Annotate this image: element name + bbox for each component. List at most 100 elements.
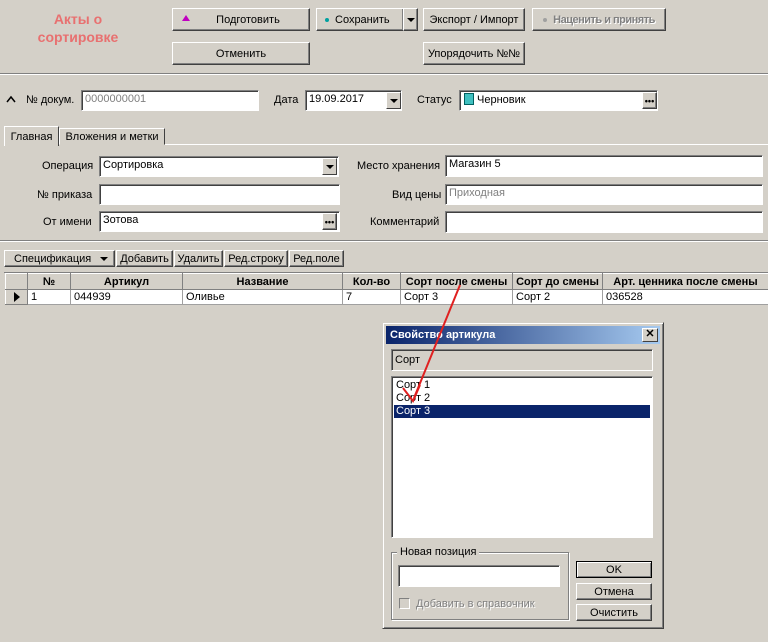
delete-label: Удалить: [178, 253, 220, 265]
column-header[interactable]: Арт. ценника после смены: [603, 274, 768, 290]
price-type-label: Вид цены: [392, 189, 441, 201]
new-position-input[interactable]: [398, 565, 560, 587]
add-label: Добавить: [120, 253, 169, 265]
sort-numbers-label: Упорядочить №№: [428, 48, 520, 60]
specification-button[interactable]: Спецификация: [4, 250, 115, 267]
column-header[interactable]: Сорт до смены: [513, 274, 603, 290]
cancel-dialog-label: Отмена: [594, 586, 633, 598]
storage-label: Место хранения: [357, 160, 440, 172]
status-label: Статус: [417, 94, 452, 106]
operation-field[interactable]: Сортировка: [99, 156, 339, 177]
ellipsis-icon: •••: [325, 217, 334, 227]
table-header-row: № Артикул Название Кол-во Сорт после сме…: [6, 274, 768, 290]
clear-button[interactable]: Очистить: [576, 604, 652, 621]
from-field[interactable]: Зотова: [99, 211, 340, 232]
comment-label: Комментарий: [370, 216, 439, 228]
doc-number-label: № докум.: [26, 94, 74, 106]
price-type-field: Приходная: [445, 184, 763, 205]
save-dropdown-button[interactable]: [403, 8, 418, 31]
new-position-label: Новая позиция: [397, 546, 479, 558]
collapse-icon[interactable]: [6, 94, 16, 104]
sort-listbox[interactable]: Сорт 1 Сорт 2 Сорт 3: [391, 376, 653, 538]
close-icon[interactable]: ✕: [642, 328, 658, 342]
column-header[interactable]: Название: [183, 274, 343, 290]
list-item[interactable]: Сорт 2: [394, 392, 650, 405]
add-to-directory-label: Добавить в справочник: [416, 598, 535, 610]
table-cell[interactable]: 7: [343, 290, 401, 305]
chevron-down-icon: [407, 18, 415, 22]
date-dropdown-button[interactable]: [386, 92, 401, 109]
order-field[interactable]: [99, 184, 340, 205]
tab-attachments-label: Вложения и метки: [65, 131, 158, 143]
table-cell[interactable]: Оливье: [183, 290, 343, 305]
header-divider: [0, 73, 768, 75]
dialog-header-field: Сорт: [391, 349, 653, 371]
column-header[interactable]: Кол-во: [343, 274, 401, 290]
operation-label: Операция: [42, 160, 93, 172]
article-property-dialog: Свойство артикула ✕ Сорт Сорт 1 Сорт 2 С…: [382, 322, 664, 629]
table-cell[interactable]: 036528: [603, 290, 768, 305]
operation-dropdown-button[interactable]: [322, 158, 337, 175]
row-indicator-header: [6, 274, 28, 290]
prepare-button[interactable]: Подготовить: [172, 8, 310, 31]
form-divider: [0, 240, 768, 242]
status-field[interactable]: Черновик: [459, 90, 658, 111]
from-label: От имени: [43, 216, 92, 228]
module-title-line1: Акты о: [18, 10, 138, 28]
comment-field[interactable]: [445, 211, 763, 233]
table-cell[interactable]: Сорт 2: [513, 290, 603, 305]
order-label: № приказа: [37, 189, 92, 201]
specification-label: Спецификация: [14, 253, 91, 265]
clear-label: Очистить: [590, 607, 638, 619]
cancel-button[interactable]: Отменить: [172, 42, 310, 65]
spec-table[interactable]: № Артикул Название Кол-во Сорт после сме…: [5, 273, 768, 305]
chevron-down-icon: [390, 99, 398, 103]
list-item-selected[interactable]: Сорт 3: [394, 405, 650, 418]
module-title-line2: сортировке: [18, 28, 138, 46]
table-cell[interactable]: 044939: [71, 290, 183, 305]
status-ellipsis-button[interactable]: •••: [642, 92, 657, 109]
save-button-label: Сохранить: [335, 14, 390, 26]
tab-main[interactable]: Главная: [4, 126, 59, 146]
add-to-directory-checkbox[interactable]: [399, 598, 410, 609]
chevron-down-icon: [100, 257, 108, 261]
sort-numbers-button[interactable]: Упорядочить №№: [423, 42, 525, 65]
export-import-button[interactable]: Экспорт / Импорт: [423, 8, 525, 31]
module-title: Акты о сортировке: [18, 10, 138, 46]
table-cell[interactable]: 1: [28, 290, 71, 305]
document-icon: [464, 93, 474, 105]
dialog-titlebar[interactable]: Свойство артикула ✕: [386, 326, 660, 344]
row-indicator[interactable]: [6, 290, 28, 305]
chevron-down-icon: [326, 165, 334, 169]
ellipsis-icon: •••: [645, 96, 654, 106]
edit-row-button[interactable]: Ред.строку: [224, 250, 288, 267]
price-accept-button[interactable]: Наценить и принять: [532, 8, 666, 31]
save-button[interactable]: Сохранить: [316, 8, 404, 31]
triangle-icon: [182, 15, 190, 21]
table-row[interactable]: 1 044939 Оливье 7 Сорт 3 Сорт 2 036528: [6, 290, 768, 305]
dot-icon: [325, 18, 329, 22]
column-header[interactable]: Артикул: [71, 274, 183, 290]
table-cell[interactable]: Сорт 3: [401, 290, 513, 305]
from-ellipsis-button[interactable]: •••: [322, 213, 337, 230]
column-header[interactable]: №: [28, 274, 71, 290]
prepare-button-label: Подготовить: [216, 14, 280, 26]
edit-field-button[interactable]: Ред.поле: [289, 250, 344, 267]
date-label: Дата: [274, 94, 298, 106]
list-item[interactable]: Сорт 1: [394, 379, 650, 392]
add-button[interactable]: Добавить: [116, 250, 173, 267]
ok-button[interactable]: OK: [576, 561, 652, 578]
delete-button[interactable]: Удалить: [174, 250, 223, 267]
export-import-label: Экспорт / Импорт: [430, 14, 519, 26]
storage-field[interactable]: Магазин 5: [445, 155, 763, 177]
column-header[interactable]: Сорт после смены: [401, 274, 513, 290]
tab-attachments[interactable]: Вложения и метки: [59, 128, 165, 145]
dialog-title: Свойство артикула: [390, 329, 495, 341]
edit-row-label: Ред.строку: [228, 253, 283, 265]
edit-field-label: Ред.поле: [293, 253, 340, 265]
cancel-dialog-button[interactable]: Отмена: [576, 583, 652, 600]
ok-label: OK: [606, 564, 622, 576]
status-value: Черновик: [477, 94, 526, 106]
dot-icon: [543, 18, 547, 22]
doc-number-field[interactable]: 0000000001: [81, 90, 259, 111]
